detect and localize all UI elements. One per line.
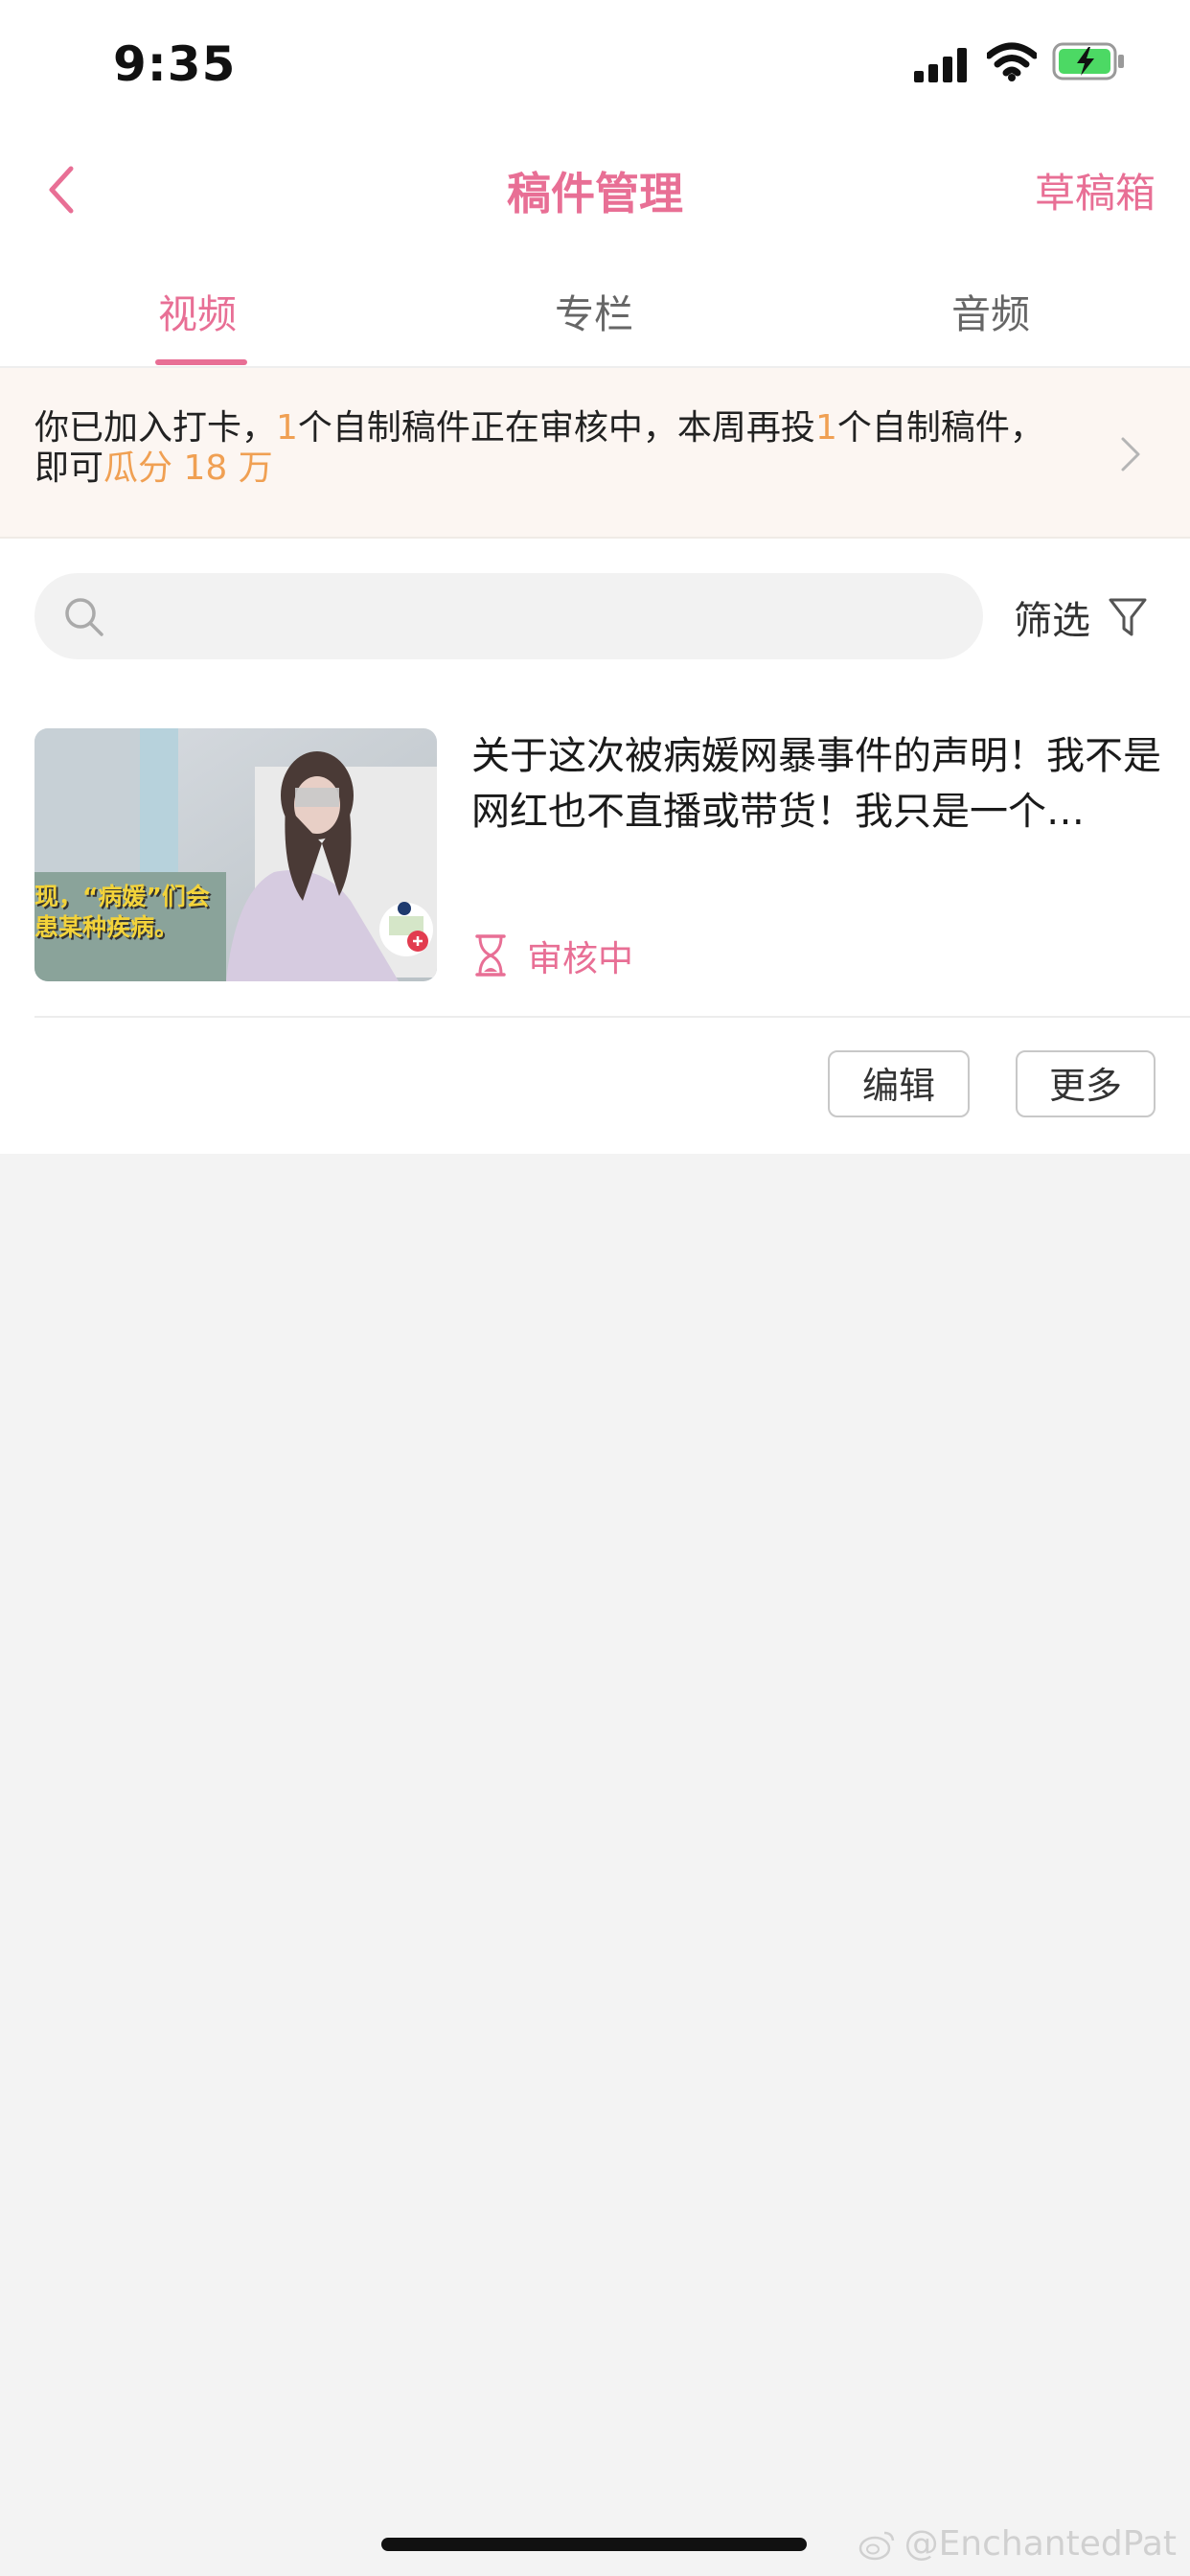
watermark-text: @EnchantedPat xyxy=(904,2524,1177,2564)
filter-label: 筛选 xyxy=(1014,599,1090,643)
filter-funnel-icon xyxy=(1109,598,1147,636)
search-bar[interactable] xyxy=(34,573,983,659)
item-divider xyxy=(34,1016,1190,1018)
review-status: 审核中 xyxy=(471,930,633,981)
status-label: 审核中 xyxy=(527,938,633,979)
more-button[interactable]: 更多 xyxy=(1016,1050,1156,1117)
checkin-banner[interactable]: 你已加入打卡，1个自制稿件正在审核中，本周再投1个自制稿件，即可瓜分 18 万 xyxy=(0,368,1190,539)
drafts-button[interactable]: 草稿箱 xyxy=(1035,161,1156,219)
hourglass-icon xyxy=(475,934,506,977)
tab-column[interactable]: 专栏 xyxy=(498,282,690,339)
tab-audio[interactable]: 音频 xyxy=(895,282,1087,339)
search-icon xyxy=(65,598,103,636)
tab-video[interactable]: 视频 xyxy=(102,282,293,339)
battery-charging-icon xyxy=(1052,42,1124,80)
search-input[interactable] xyxy=(121,590,968,644)
manuscript-title[interactable]: 关于这次被病媛网暴事件的声明！我不是网红也不直播或带货！我只是一个… xyxy=(471,728,1161,840)
cellular-signal-icon xyxy=(914,46,972,82)
active-tab-indicator xyxy=(155,359,247,365)
reward-amount: 瓜分 18 万 xyxy=(103,448,273,488)
video-thumbnail[interactable]: 现，“病媛”们会 患某种疾病。 xyxy=(34,728,437,981)
banner-text: 你已加入打卡，1个自制稿件正在审核中，本周再投1个自制稿件，即可瓜分 18 万 xyxy=(34,408,1044,488)
home-indicator[interactable] xyxy=(381,2538,807,2551)
status-time: 9:35 xyxy=(113,36,237,92)
chevron-right-icon xyxy=(1121,437,1140,472)
wifi-icon xyxy=(987,42,1037,81)
watermark: @EnchantedPat xyxy=(858,2524,1177,2564)
filter-button[interactable]: 筛选 xyxy=(1014,586,1148,648)
edit-button[interactable]: 编辑 xyxy=(828,1050,970,1117)
pending-count: 1 xyxy=(276,408,298,448)
page-title: 稿件管理 xyxy=(507,168,683,219)
weibo-logo-icon xyxy=(858,2531,894,2560)
required-count: 1 xyxy=(814,408,837,448)
thumbnail-caption: 现，“病媛”们会 患某种疾病。 xyxy=(34,883,210,941)
